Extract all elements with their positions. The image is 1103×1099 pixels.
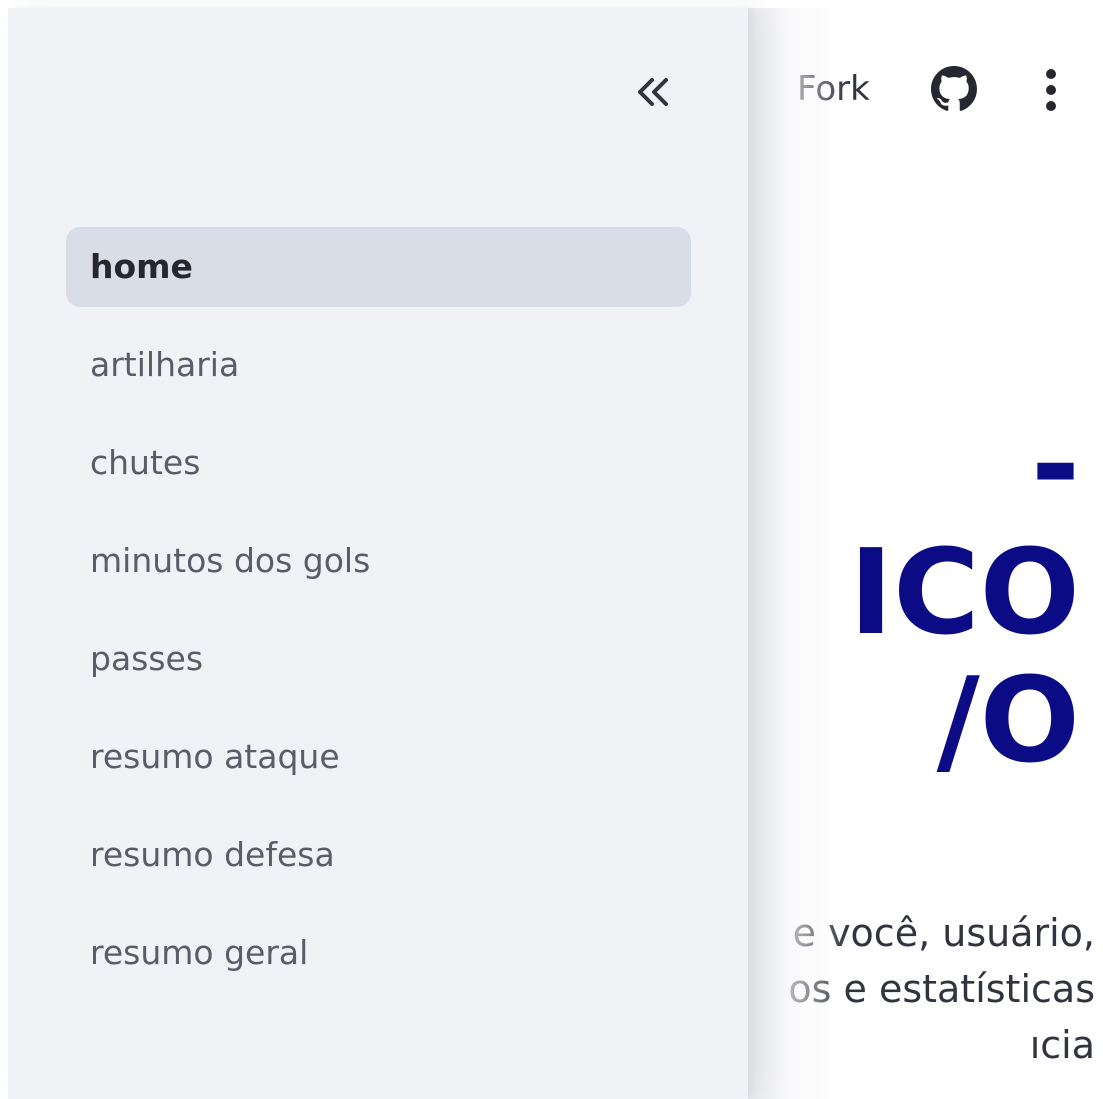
sidebar-item-artilharia[interactable]: artilharia — [66, 325, 691, 405]
collapse-chevrons-icon — [632, 76, 672, 112]
sidebar-item-chutes[interactable]: chutes — [66, 423, 691, 503]
sidebar-item-resumo-defesa[interactable]: resumo defesa — [66, 815, 691, 895]
sidebar-item-home[interactable]: home — [66, 227, 691, 307]
kebab-menu-icon[interactable] — [1036, 68, 1066, 112]
sidebar: home artilharia chutes minutos dos gols … — [8, 8, 748, 1099]
sidebar-shadow — [748, 8, 848, 1099]
github-icon[interactable] — [930, 66, 978, 112]
sidebar-item-passes[interactable]: passes — [66, 619, 691, 699]
sidebar-nav: home artilharia chutes minutos dos gols … — [66, 227, 691, 1011]
sidebar-item-resumo-ataque[interactable]: resumo ataque — [66, 717, 691, 797]
sidebar-item-resumo-geral[interactable]: resumo geral — [66, 913, 691, 993]
collapse-sidebar-button[interactable] — [624, 68, 680, 120]
sidebar-item-minutos-dos-gols[interactable]: minutos dos gols — [66, 521, 691, 601]
app-viewport: Fork - ICO /O e você, usuário, os e esta — [0, 0, 1103, 1099]
